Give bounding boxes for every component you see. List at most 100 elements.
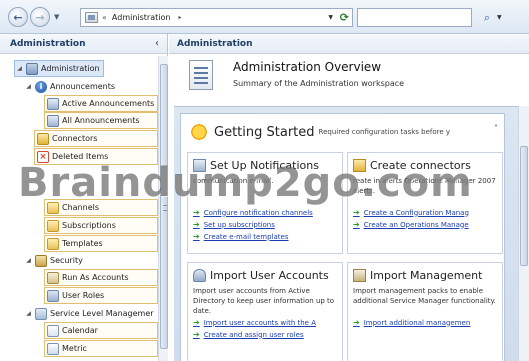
link-label[interactable]: Import additional managemen: [364, 319, 471, 327]
connectors-icon: [37, 132, 49, 145]
collapse-toggle-icon[interactable]: ◢: [15, 65, 24, 72]
tree-item-label: Connectors: [52, 134, 98, 143]
breadcrumb-overflow[interactable]: «: [102, 13, 107, 22]
folder-icon: [47, 201, 59, 214]
card-title-row: Import User Accounts: [193, 267, 337, 283]
tree-item-connectors[interactable]: Connectors: [34, 130, 158, 147]
card-title: Create connectors: [370, 158, 471, 172]
arrow-right-icon: ➔: [353, 318, 360, 327]
main-header-title: Administration: [169, 34, 529, 54]
tree-item-label: Security: [50, 256, 83, 265]
card-import-management-packs: Import Management Import management pack…: [347, 262, 503, 361]
tree-item-administration[interactable]: ◢ Administration: [14, 60, 104, 77]
link-label[interactable]: Set up subscriptions: [204, 221, 275, 229]
tree-item-all-announcements[interactable]: All Announcements: [44, 112, 158, 129]
content-scrollbar[interactable]: [518, 106, 529, 361]
user-roles-icon: [47, 289, 59, 302]
link-create-e-mail-templates[interactable]: ➔ Create e-mail templates: [193, 231, 337, 242]
tree-item-templates[interactable]: Templates: [44, 235, 158, 252]
link-import-user-accounts[interactable]: ➔ Import user accounts with the A: [193, 317, 337, 328]
card-create-connectors: Create connectors reate in alerts Operat…: [347, 152, 503, 254]
tree-item-label: Run As Accounts: [62, 273, 129, 282]
tree-item-deleted-items[interactable]: × Deleted Items: [34, 148, 158, 165]
service-level-icon: [35, 307, 47, 320]
scrollbar-thumb[interactable]: [520, 146, 528, 266]
breadcrumb-separator-icon[interactable]: ▸: [178, 14, 181, 21]
announcements-icon: i: [35, 80, 47, 93]
search-input[interactable]: [357, 8, 472, 27]
link-create-operations-manager-connector[interactable]: ➔ Create an Operations Manage: [353, 219, 497, 230]
link-create-and-assign-user-roles[interactable]: ➔ Create and assign user roles: [193, 329, 337, 340]
scrollbar-thumb[interactable]: [160, 64, 168, 349]
administration-icon: [26, 62, 38, 75]
breadcrumb-administration[interactable]: Administration: [112, 13, 171, 22]
collapse-toggle-icon[interactable]: ◢: [24, 257, 33, 264]
collapse-toggle-icon[interactable]: ◢: [24, 310, 33, 317]
search-dropdown-icon[interactable]: ▼: [497, 14, 502, 21]
refresh-icon[interactable]: ⟳: [340, 11, 349, 24]
forward-arrow-icon[interactable]: →: [30, 7, 50, 27]
back-arrow-icon[interactable]: ←: [8, 7, 28, 27]
tree-item-channels[interactable]: Channels: [44, 199, 158, 216]
overview-title: Administration Overview: [233, 60, 382, 74]
tree-item-run-as-accounts[interactable]: Run As Accounts: [44, 269, 158, 286]
card-title: Set Up Notifications: [210, 158, 319, 172]
tree-item-security[interactable]: ◢ Security: [24, 252, 158, 269]
collapse-toggle-icon[interactable]: ◢: [24, 83, 33, 90]
card-description: communication e-mail.: [193, 177, 274, 185]
tree-item-metric[interactable]: Metric: [44, 340, 158, 357]
calendar-icon: [47, 324, 59, 337]
tree-item-label: Templates: [62, 239, 103, 248]
getting-started-panel: Getting Started Required configuration t…: [180, 113, 505, 361]
link-import-additional-management-packs[interactable]: ➔ Import additional managemen: [353, 317, 497, 328]
getting-started-description: Required configuration tasks before y: [318, 128, 451, 136]
history-dropdown-icon[interactable]: ▼: [54, 13, 59, 21]
link-label[interactable]: Create and assign user roles: [204, 331, 304, 339]
tree-item-calendar[interactable]: Calendar: [44, 322, 158, 339]
card-import-user-accounts: Import User Accounts Import user account…: [187, 262, 343, 361]
arrow-right-icon: ➔: [353, 220, 360, 229]
card-set-up-notifications: Set Up Notifications communication e-mai…: [187, 152, 343, 254]
link-label[interactable]: Create an Operations Manage: [364, 221, 469, 229]
link-label[interactable]: Import user accounts with the A: [204, 319, 316, 327]
link-label[interactable]: Create e-mail templates: [204, 233, 289, 241]
address-bar[interactable]: « Administration ▸ ▼ ⟳: [80, 8, 353, 27]
link-set-up-subscriptions[interactable]: ➔ Set up subscriptions: [193, 219, 337, 230]
getting-started-title: Getting Started: [214, 124, 315, 140]
tree-item-label: Announcements: [50, 82, 116, 91]
main-content: Administration Administration Overview S…: [169, 34, 529, 361]
tree-item-user-roles[interactable]: User Roles: [44, 287, 158, 304]
tree-item-subscriptions[interactable]: Subscriptions: [44, 217, 158, 234]
tree-item-label: Metric: [62, 344, 87, 353]
folder-icon: [47, 219, 59, 232]
link-label[interactable]: Create a Configuration Manag: [364, 209, 469, 217]
arrow-right-icon: ➔: [193, 220, 200, 229]
management-pack-icon: [353, 268, 366, 282]
tree-item-label: Subscriptions: [62, 221, 116, 230]
card-title-row: Import Management: [353, 267, 497, 283]
tree-item-label: Active Announcements: [62, 99, 155, 108]
link-configure-notification-channels[interactable]: ➔ Configure notification channels: [193, 207, 337, 218]
overview-subtitle: Summary of the Administration workspace: [233, 79, 405, 88]
tree-item-label: Channels: [62, 203, 100, 212]
address-dropdown-icon[interactable]: ▼: [328, 14, 333, 21]
connectors-icon: [353, 158, 366, 172]
link-create-configuration-manager-connector[interactable]: ➔ Create a Configuration Manag: [353, 207, 497, 218]
overview-banner: Administration Overview Summary of the A…: [169, 54, 529, 104]
tree-item-label: Calendar: [62, 326, 98, 335]
collapse-section-icon[interactable]: ˄: [494, 124, 498, 133]
collapse-pane-icon[interactable]: ‹: [155, 38, 159, 49]
tree-item-service-level-management[interactable]: ◢ Service Level Managemer: [24, 305, 158, 322]
tree-item-active-announcements[interactable]: Active Announcements: [44, 95, 158, 112]
card-description: reate in alerts Operations Manager 2007 …: [353, 177, 496, 195]
navigation-pane-title: Administration: [10, 38, 86, 49]
link-label[interactable]: Configure notification channels: [204, 209, 313, 217]
tree-item-announcements[interactable]: ◢ i Announcements: [24, 78, 158, 95]
run-as-icon: [47, 271, 59, 284]
navigation-scrollbar[interactable]: [158, 56, 168, 361]
tree-item-label: Deleted Items: [52, 152, 109, 161]
card-title: Import User Accounts: [210, 268, 329, 282]
address-toolbar: ← → ▼ « Administration ▸ ▼ ⟳ ⌕ ▼: [0, 0, 529, 34]
arrow-right-icon: ➔: [193, 330, 200, 339]
arrow-right-icon: ➔: [193, 318, 200, 327]
